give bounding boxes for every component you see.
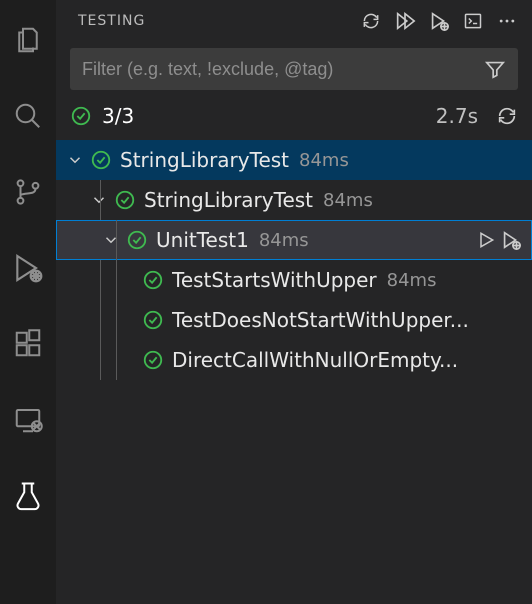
run-all-icon — [394, 10, 416, 32]
status-icon — [126, 229, 148, 251]
expand-toggle[interactable] — [88, 191, 110, 209]
status-icon — [142, 269, 164, 291]
activity-explorer[interactable] — [0, 12, 56, 68]
chevron-down-icon — [90, 191, 108, 209]
refresh-icon — [496, 105, 518, 127]
item-time: 84ms — [323, 190, 373, 211]
debug-all-icon — [428, 10, 450, 32]
item-time: 84ms — [387, 270, 437, 291]
status-icon — [90, 149, 112, 171]
remote-icon — [13, 405, 43, 435]
status-icon — [114, 189, 136, 211]
activity-remote[interactable] — [0, 392, 56, 448]
item-name: StringLibraryTest — [144, 188, 313, 212]
pass-icon — [142, 349, 164, 371]
pass-icon — [126, 229, 148, 251]
status-icon — [142, 309, 164, 331]
more-actions-button[interactable] — [494, 8, 520, 34]
summary-duration: 2.7s — [436, 104, 478, 128]
summary-row: 3/3 2.7s — [56, 100, 532, 140]
files-icon — [13, 25, 43, 55]
item-time: 84ms — [299, 150, 349, 171]
item-name: DirectCallWithNullOrEmpty... — [172, 348, 458, 372]
tree-row-project[interactable]: StringLibraryTest 84ms — [56, 180, 532, 220]
activity-search[interactable] — [0, 88, 56, 144]
filter-icon — [484, 58, 506, 80]
panel-header: TESTING — [56, 0, 532, 42]
tree-row-test[interactable]: TestStartsWithUpper 84ms — [56, 260, 532, 300]
pass-icon — [70, 105, 92, 127]
filter-box[interactable] — [70, 48, 518, 90]
refresh-icon — [361, 11, 381, 31]
item-name: TestDoesNotStartWithUpper... — [172, 308, 469, 332]
beaker-icon — [13, 481, 43, 511]
debug-test-button[interactable] — [500, 229, 522, 251]
terminal-icon — [463, 11, 483, 31]
filter-input[interactable] — [82, 59, 476, 80]
activity-run-debug[interactable] — [0, 240, 56, 296]
debug-run-icon — [12, 252, 44, 284]
chevron-down-icon — [102, 231, 120, 249]
more-icon — [497, 11, 517, 31]
pass-icon — [114, 189, 136, 211]
search-icon — [13, 101, 43, 131]
activity-testing[interactable] — [0, 468, 56, 524]
item-name: UnitTest1 — [156, 228, 249, 252]
expand-toggle[interactable] — [64, 151, 86, 169]
activity-bar — [0, 0, 56, 604]
testing-panel: TESTING 3/3 2.7s — [56, 0, 532, 604]
summary-count: 3/3 — [102, 104, 134, 128]
tree-row-class[interactable]: UnitTest1 84ms — [56, 220, 532, 260]
item-time: 84ms — [259, 230, 309, 251]
debug-all-button[interactable] — [426, 8, 452, 34]
tree-row-test[interactable]: DirectCallWithNullOrEmpty... — [56, 340, 532, 380]
run-test-button[interactable] — [476, 230, 496, 250]
item-name: StringLibraryTest — [120, 148, 289, 172]
chevron-down-icon — [66, 151, 84, 169]
branch-icon — [13, 177, 43, 207]
item-name: TestStartsWithUpper — [172, 268, 377, 292]
test-tree: StringLibraryTest 84ms StringLibraryTest… — [56, 140, 532, 604]
show-output-button[interactable] — [460, 8, 486, 34]
refresh-tests-button[interactable] — [358, 8, 384, 34]
panel-title: TESTING — [78, 13, 350, 29]
extensions-icon — [13, 329, 43, 359]
summary-pass-icon — [70, 105, 92, 127]
expand-toggle[interactable] — [100, 231, 122, 249]
rerun-button[interactable] — [496, 105, 518, 127]
pass-icon — [90, 149, 112, 171]
tree-row-root[interactable]: StringLibraryTest 84ms — [56, 140, 532, 180]
activity-source-control[interactable] — [0, 164, 56, 220]
activity-extensions[interactable] — [0, 316, 56, 372]
filter-row — [56, 42, 532, 100]
pass-icon — [142, 309, 164, 331]
run-icon — [476, 230, 496, 250]
pass-icon — [142, 269, 164, 291]
filter-button[interactable] — [484, 58, 506, 80]
status-icon — [142, 349, 164, 371]
run-all-button[interactable] — [392, 8, 418, 34]
debug-icon — [500, 229, 522, 251]
tree-row-test[interactable]: TestDoesNotStartWithUpper... — [56, 300, 532, 340]
